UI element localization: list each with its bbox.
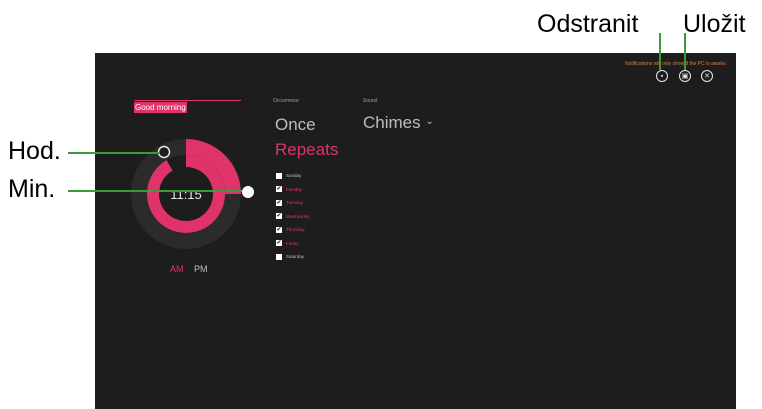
alarm-name-field[interactable]: Good morning — [134, 100, 241, 115]
close-icon: ✕ — [704, 72, 710, 80]
sound-value: Chimes — [363, 113, 421, 132]
time-picker[interactable]: 11:15 — [125, 129, 255, 259]
day-option-monday[interactable]: ✔ Monday — [276, 185, 302, 194]
am-option[interactable]: AM — [170, 264, 184, 274]
save-icon: ▣ — [681, 72, 689, 80]
minute-leader-line — [68, 190, 242, 192]
alarm-name-value: Good morning — [134, 102, 187, 113]
occurrence-label: Occurrence — [273, 98, 299, 104]
checkbox[interactable]: ✔ — [276, 186, 282, 192]
day-label: Saturday — [286, 254, 305, 259]
day-label: Friday — [286, 240, 299, 246]
day-option-thursday[interactable]: ✔ Thursday — [276, 225, 305, 234]
save-callout: Uložit — [683, 10, 746, 38]
delete-leader-line — [659, 33, 661, 70]
day-option-friday[interactable]: ✔ Friday — [276, 239, 299, 248]
checkbox[interactable] — [276, 172, 282, 179]
hour-callout: Hod. — [8, 137, 61, 165]
sound-label: Sound — [363, 98, 378, 104]
day-option-sunday[interactable]: Sunday — [276, 171, 301, 180]
save-leader-line — [684, 33, 686, 70]
checkbox[interactable]: ✔ — [276, 199, 282, 206]
checkbox[interactable]: ✔ — [276, 213, 282, 219]
day-option-saturday[interactable]: Saturday — [276, 252, 304, 261]
day-label: Tuesday — [286, 200, 304, 205]
notification-text: Notifications will only show if the PC i… — [625, 61, 727, 67]
minute-handle[interactable] — [242, 186, 254, 198]
close-button[interactable]: ✕ — [701, 70, 713, 82]
chevron-down-icon: ⌄ — [425, 116, 434, 127]
day-label: Sunday — [286, 173, 302, 178]
day-option-tuesday[interactable]: ✔ Tuesday — [276, 198, 303, 207]
pm-option[interactable]: PM — [194, 264, 208, 274]
save-button[interactable]: ▣ — [679, 70, 691, 82]
checkbox[interactable] — [276, 253, 282, 260]
repeats-option[interactable]: Repeats — [275, 141, 338, 158]
day-label: Monday — [286, 186, 303, 192]
delete-callout: Odstranit — [537, 10, 639, 38]
sound-dropdown[interactable]: Chimes ⌄ — [363, 114, 434, 131]
day-label: Thursday — [286, 227, 305, 232]
hour-handle[interactable] — [157, 145, 171, 159]
day-label: Wednesday — [286, 213, 310, 219]
hour-leader-line — [68, 152, 160, 154]
trash-icon: ▪ — [660, 72, 664, 80]
minute-callout: Min. — [8, 175, 56, 203]
once-option[interactable]: Once — [275, 116, 316, 133]
delete-button[interactable]: ▪ — [656, 70, 668, 82]
checkbox[interactable]: ✔ — [276, 226, 282, 233]
day-option-wednesday[interactable]: ✔ Wednesday — [276, 212, 310, 221]
checkbox[interactable]: ✔ — [276, 240, 282, 246]
alarm-editor-screen: Notifications will only show if the PC i… — [95, 53, 736, 409]
